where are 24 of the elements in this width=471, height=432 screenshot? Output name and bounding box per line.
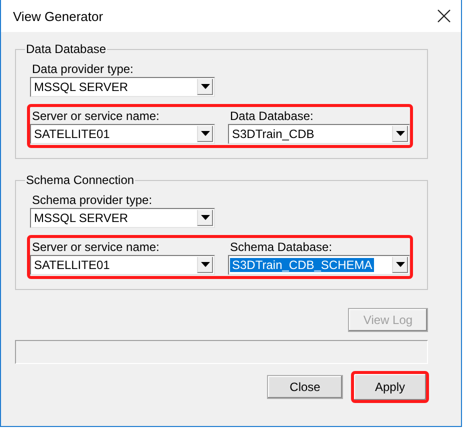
field-label: Schema Database: bbox=[230, 240, 334, 254]
combo-box[interactable]: SATELLITE01 bbox=[30, 124, 215, 144]
dropdown-value: SATELLITE01 bbox=[33, 258, 111, 272]
dropdown-value: MSSQL SERVER bbox=[33, 80, 130, 94]
field-label: Data provider type: bbox=[32, 62, 134, 76]
dialog-button[interactable]: Apply bbox=[353, 373, 427, 401]
dropdown-value: S3DTrain_CDB_SCHEMA bbox=[230, 258, 374, 272]
dropdown-value: SATELLITE01 bbox=[33, 127, 111, 141]
provider-dropdown[interactable]: MSSQL SERVER bbox=[30, 208, 215, 228]
dropdown-value: MSSQL SERVER bbox=[33, 211, 130, 225]
field-label: Data Database: bbox=[230, 109, 314, 123]
provider-dropdown[interactable]: MSSQL SERVER bbox=[30, 77, 215, 97]
window-title: View Generator bbox=[13, 8, 104, 24]
group-title: Data Database bbox=[25, 42, 108, 56]
field-label: Server or service name: bbox=[32, 240, 160, 254]
combo-box[interactable]: S3DTrain_CDB_SCHEMA bbox=[228, 255, 410, 275]
field-label: Server or service name: bbox=[32, 109, 160, 123]
close-icon[interactable] bbox=[437, 9, 451, 23]
group-title: Schema Connection bbox=[25, 173, 136, 187]
dialog-button[interactable]: Close bbox=[267, 375, 343, 399]
dropdown-value: S3DTrain_CDB bbox=[231, 127, 316, 141]
combo-box[interactable]: S3DTrain_CDB bbox=[228, 124, 410, 144]
combo-box[interactable]: SATELLITE01 bbox=[30, 255, 215, 275]
field-label: Schema provider type: bbox=[32, 193, 152, 207]
